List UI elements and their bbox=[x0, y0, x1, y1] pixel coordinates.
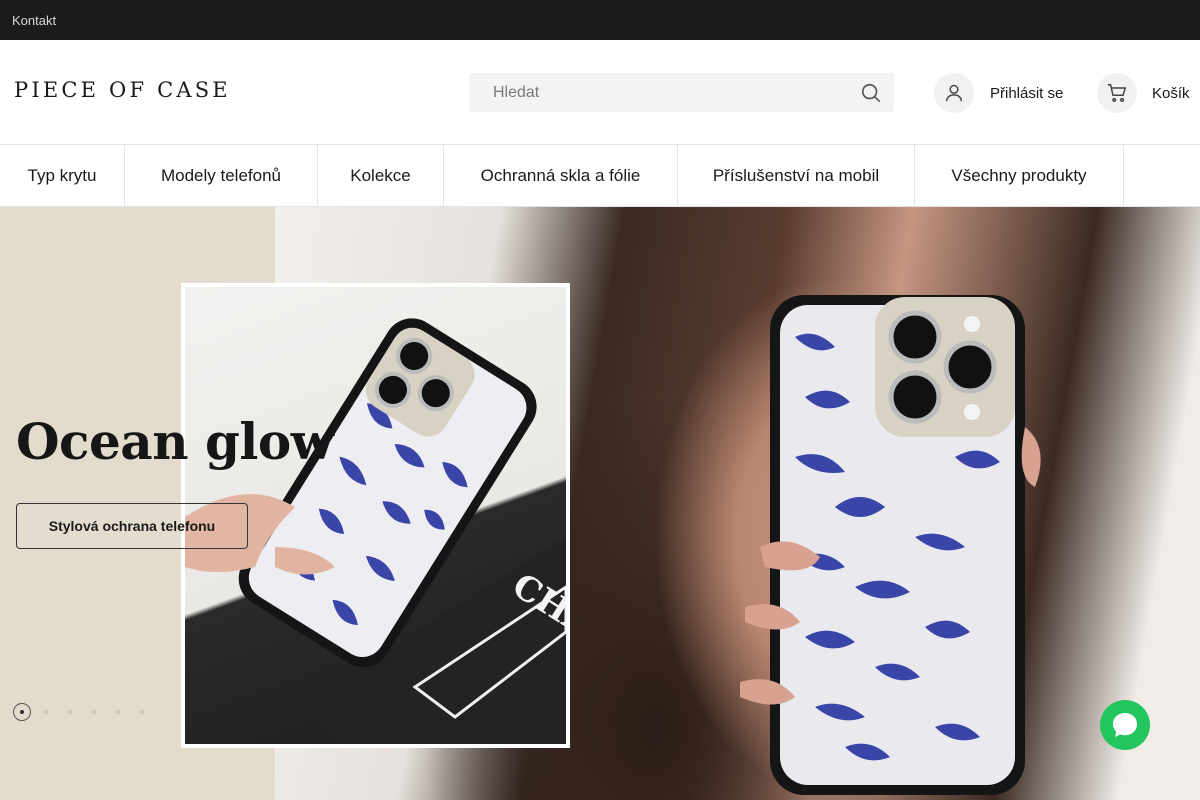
hero-cta-button[interactable]: Stylová ochrana telefonu bbox=[16, 503, 248, 549]
carousel-dot-5[interactable] bbox=[116, 710, 120, 714]
chat-button[interactable] bbox=[1100, 700, 1150, 750]
cart-label: Košík bbox=[1152, 84, 1190, 102]
user-icon bbox=[945, 84, 963, 102]
chat-icon bbox=[1113, 713, 1137, 737]
top-bar: Kontakt bbox=[0, 0, 1200, 40]
search-icon[interactable] bbox=[860, 82, 882, 104]
nav-item-screen-protectors[interactable]: Ochranná skla a fólie bbox=[444, 145, 678, 206]
carousel-pagination bbox=[13, 703, 164, 721]
search-bar[interactable] bbox=[469, 73, 894, 112]
nav-item-collections[interactable]: Kolekce bbox=[318, 145, 444, 206]
carousel-dot-3[interactable] bbox=[68, 710, 72, 714]
site-header: PIECE OF CASE Přihlásit se Košík bbox=[0, 40, 1200, 145]
cart-button[interactable]: Košík bbox=[1097, 73, 1190, 113]
contact-link[interactable]: Kontakt bbox=[12, 13, 56, 28]
main-nav: Typ krytu Modely telefonů Kolekce Ochran… bbox=[0, 145, 1200, 207]
carousel-dot-1[interactable] bbox=[13, 703, 31, 721]
carousel-dot-4[interactable] bbox=[92, 710, 96, 714]
carousel-dot-2[interactable] bbox=[44, 710, 48, 714]
hero-banner[interactable]: CHA Ocean glow Stylová ochrana telefonu bbox=[0, 207, 1200, 800]
cart-icon-wrapper[interactable] bbox=[1097, 73, 1137, 113]
nav-item-phone-models[interactable]: Modely telefonů bbox=[125, 145, 318, 206]
nav-item-cover-type[interactable]: Typ krytu bbox=[0, 145, 125, 206]
hero-title: Ocean glow bbox=[16, 412, 334, 471]
login-button[interactable]: Přihlásit se bbox=[934, 73, 1063, 113]
nav-item-accessories[interactable]: Příslušenství na mobil bbox=[678, 145, 915, 206]
cart-icon bbox=[1107, 84, 1127, 102]
site-logo[interactable]: PIECE OF CASE bbox=[14, 78, 231, 102]
user-icon-wrapper[interactable] bbox=[934, 73, 974, 113]
carousel-dot-6[interactable] bbox=[140, 710, 144, 714]
search-input[interactable] bbox=[493, 83, 860, 102]
nav-item-all-products[interactable]: Všechny produkty bbox=[915, 145, 1124, 206]
login-label: Přihlásit se bbox=[990, 84, 1064, 102]
